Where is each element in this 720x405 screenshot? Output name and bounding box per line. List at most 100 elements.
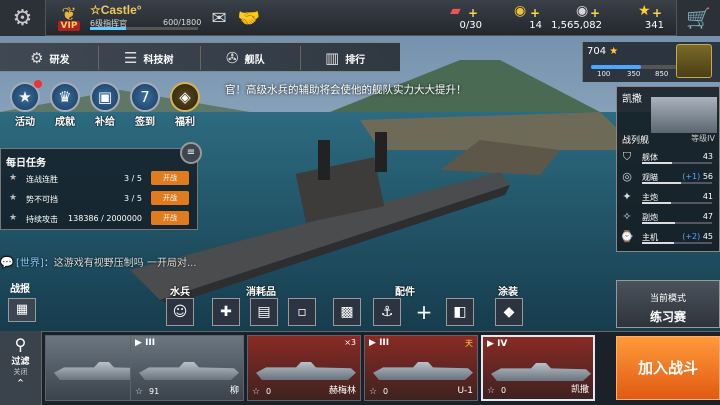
task-note-icon[interactable]: ≡: [180, 142, 202, 164]
stat-number: 45: [702, 232, 713, 241]
ship-thumbnail: [139, 362, 239, 380]
activity-welfare-label: 福利: [175, 117, 195, 128]
mail-icon[interactable]: ✉: [207, 6, 231, 30]
activity-supply-label: 补给: [95, 117, 115, 128]
activity-achievement[interactable]: ♛ 成就: [48, 82, 82, 128]
rank-level: 704 ★: [587, 46, 618, 57]
resource-ticket[interactable]: ▰ + 0/30: [450, 2, 482, 34]
plus-icon: +: [590, 6, 601, 20]
menu-tech-tree[interactable]: ☰ 科技树: [124, 43, 173, 73]
player-name: ☆Castle°: [90, 3, 142, 17]
activity-supply[interactable]: ▣ 补给: [88, 82, 122, 128]
filter-button[interactable]: ⚲ 过滤 关闭 ⌃: [0, 331, 42, 405]
chat-bubble-icon: 💬: [0, 256, 14, 269]
calendar-icon: ▦: [8, 298, 36, 322]
star-icon: ☆: [135, 387, 144, 397]
activity-event[interactable]: ★ 活动: [8, 80, 42, 128]
stat-bar: [642, 242, 712, 244]
ship-count: 0: [501, 386, 507, 395]
ship-name: 柳: [229, 386, 239, 396]
ship-name: 凯撒: [570, 385, 589, 395]
task-start-button[interactable]: 开战: [151, 211, 189, 225]
join-battle-button[interactable]: 加入战斗: [616, 336, 720, 400]
repair-kit-icon: ✚: [220, 304, 232, 320]
player-exp: 600/1800: [163, 18, 202, 27]
chat-line[interactable]: 💬 [世界]：这游戏有视野压制吗 一开局对...: [0, 254, 230, 272]
shop-cart-icon[interactable]: 🛒: [676, 0, 720, 36]
rank-progress-bar: [591, 65, 681, 69]
battle-report-button[interactable]: 战报 ▦: [0, 280, 44, 324]
stat-number: 47: [702, 212, 713, 221]
stat-number: 56: [702, 172, 713, 181]
camouflage-icon: ◆: [503, 304, 515, 320]
daily-tasks-title: 每日任务: [6, 158, 46, 169]
reward-chest-icon[interactable]: [676, 44, 712, 78]
activity-checkin[interactable]: 7 签到: [128, 82, 162, 128]
ship-count: 0: [383, 387, 389, 396]
crew-slot[interactable]: ☺: [166, 298, 194, 326]
consumable-slot[interactable]: ✚: [212, 298, 240, 326]
fleet-icon: ✇: [226, 49, 239, 67]
equipment-slot[interactable]: ⚓: [373, 298, 401, 326]
rank-progress-fill: [591, 65, 641, 69]
exp-bar: [90, 27, 198, 30]
divider: [98, 46, 99, 70]
task-progress: 3 / 5: [124, 174, 142, 183]
equipment-slot[interactable]: ▩: [333, 298, 361, 326]
star-icon: ★: [9, 193, 18, 203]
trophy-icon: ♛: [50, 82, 80, 112]
ship-class: 战列舰: [622, 136, 650, 146]
ship-card-slot[interactable]: ×3 ☆ 0 赫梅林: [247, 335, 361, 401]
task-name: 势不可挡: [26, 195, 58, 204]
stat-hull: ⛉ 舰体 43: [620, 149, 718, 167]
settings-gear-icon[interactable]: ⚙: [0, 0, 46, 36]
stat-bar: [642, 162, 712, 164]
menu-rank-label: 排行: [345, 54, 366, 66]
menu-tech-tree-label: 科技树: [143, 54, 174, 66]
ship-card-slot-selected[interactable]: ▶ IV ☆ 0 凯撒: [481, 335, 595, 401]
ship-name: U-1: [457, 386, 473, 396]
activity-welfare[interactable]: ◈ 福利: [168, 82, 202, 128]
ship-thumbnail: [256, 362, 356, 380]
ship-tier: ▶ III: [369, 338, 390, 348]
divider: [200, 46, 201, 70]
ship-name: 凯撒: [622, 94, 642, 105]
sailor-portrait-icon: ☺: [172, 304, 188, 320]
consumable-slot-empty[interactable]: ▫: [288, 298, 316, 326]
menu-fleet[interactable]: ✇ 舰队: [226, 43, 265, 73]
ship-card-slot[interactable]: ▶ III 天 ☆ 0 U-1: [364, 335, 478, 401]
add-equipment-button[interactable]: +: [410, 298, 438, 326]
consumables-label: 消耗品: [246, 287, 276, 298]
paint-slot[interactable]: ◆: [495, 298, 523, 326]
activity-checkin-label: 签到: [135, 117, 155, 128]
vip-badge[interactable]: ❦ VIP: [54, 2, 84, 34]
equipment-slot[interactable]: ◧: [446, 298, 474, 326]
stat-bar-fill: [642, 162, 673, 164]
friends-handshake-icon[interactable]: 🤝: [237, 6, 261, 30]
silver-value: 1,565,082: [551, 20, 602, 31]
resource-silver[interactable]: ◉ + 1,565,082: [548, 2, 602, 34]
vip-label: VIP: [57, 20, 81, 31]
menu-research[interactable]: ⚙ 研发: [30, 43, 69, 73]
stat-secondary-gun: ✧ 副炮 47: [620, 209, 718, 227]
task-row: ★ 势不可挡 3 / 5 开战: [6, 191, 192, 207]
armor-plate-icon: ◧: [453, 304, 467, 320]
resource-coins[interactable]: ◉ + 14: [510, 2, 542, 34]
activity-achievement-label: 成就: [55, 117, 75, 128]
star-icon: ☆: [369, 387, 378, 397]
ship-tier: ▶ III: [135, 338, 156, 348]
ship-card-slot[interactable]: ▶ III ☆ 91 柳: [130, 335, 244, 401]
menu-rank[interactable]: ▥ 排行: [325, 43, 365, 73]
ship-tier-value: IV: [497, 339, 508, 349]
task-start-button[interactable]: 开战: [151, 171, 189, 185]
consumable-slot[interactable]: ▤: [250, 298, 278, 326]
rank-progress-panel[interactable]: 704 ★ 100 350 850: [582, 42, 720, 82]
game-mode-button[interactable]: 当前模式 练习赛: [616, 280, 720, 328]
radar-icon: ⚓: [380, 304, 394, 320]
task-row: ★ 连战连胜 3 / 5 开战: [6, 171, 192, 187]
scope-icon: ◎: [622, 170, 632, 183]
engine-icon: ⌚: [620, 230, 634, 243]
task-start-button[interactable]: 开战: [151, 191, 189, 205]
resource-stars[interactable]: ★ + 341: [636, 2, 664, 34]
ship-info-card: 凯撒 战列舰 等级IV ⛉ 舰体 43 ◎ 观瞄 (+1) 56 ✦ 主炮 41…: [616, 86, 720, 252]
